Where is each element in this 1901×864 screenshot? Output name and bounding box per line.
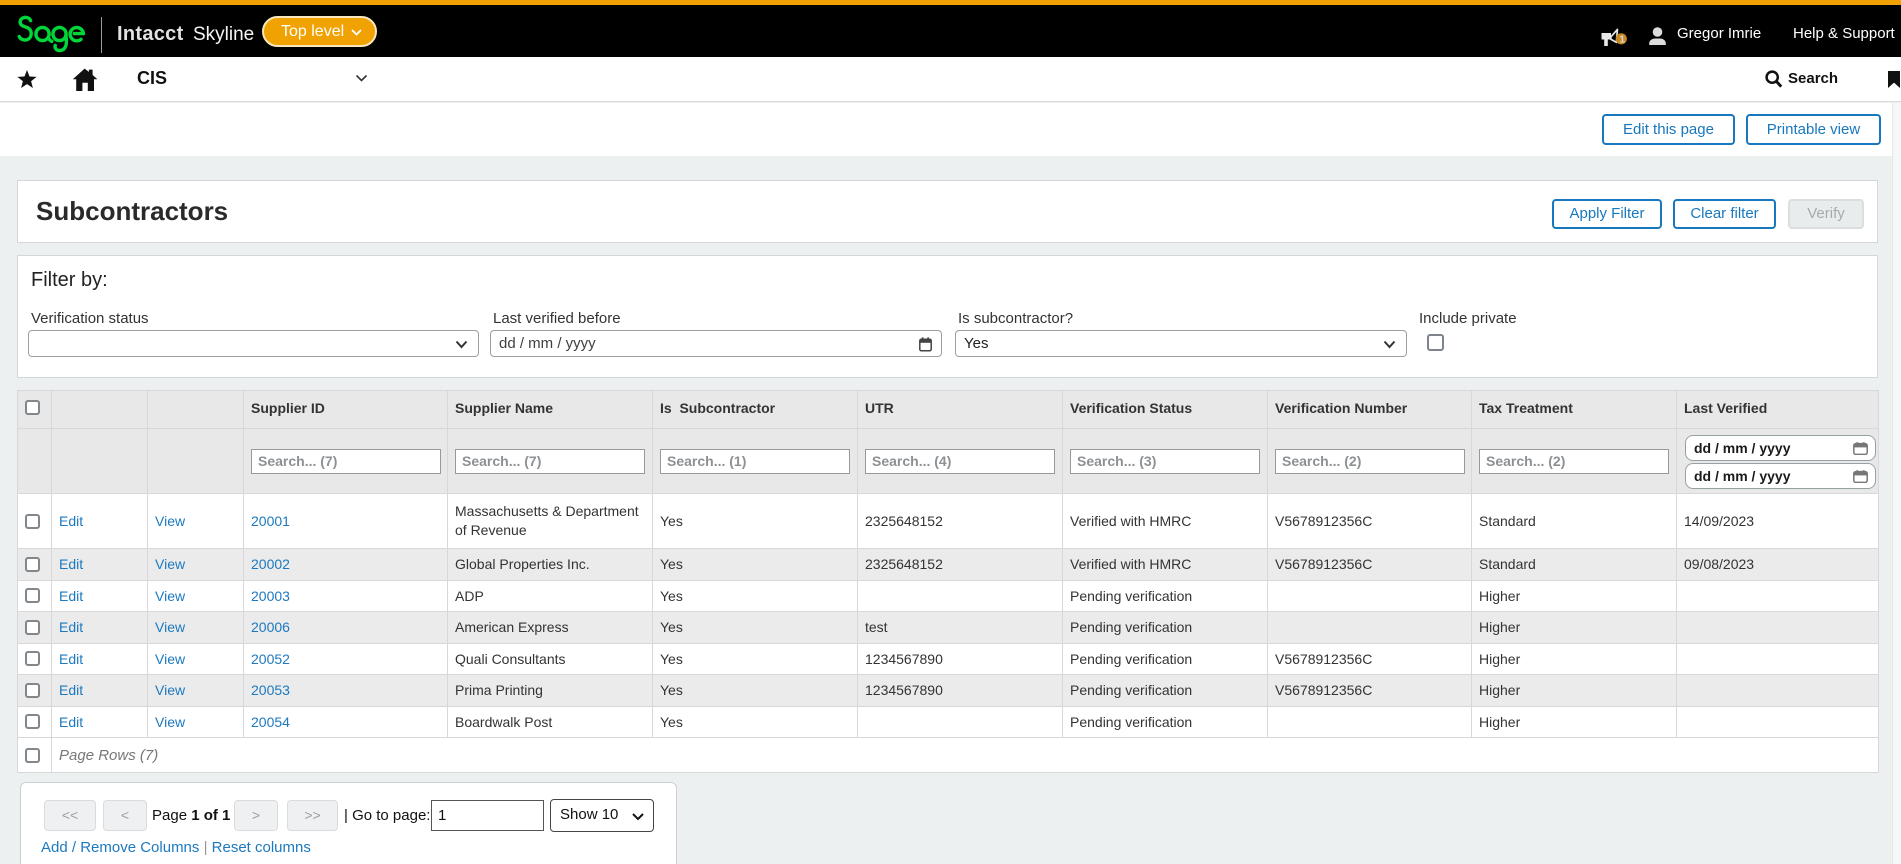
svg-text:1: 1 xyxy=(1619,34,1625,46)
